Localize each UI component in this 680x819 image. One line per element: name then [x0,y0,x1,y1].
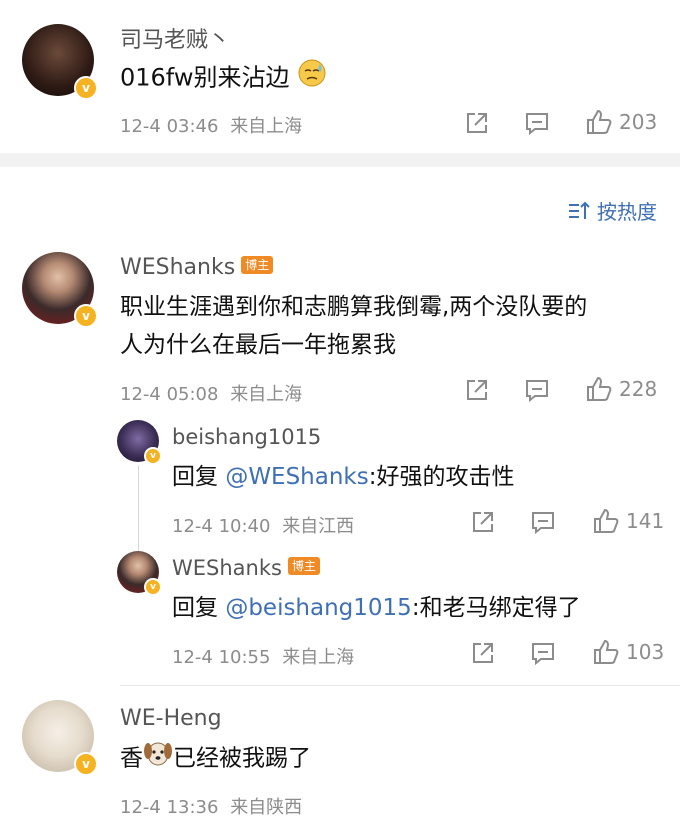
reply-meta: 12-4 10:55 来自上海 [172,643,354,669]
verified-badge-icon: v [144,578,162,596]
sort-button[interactable]: 按热度 [567,196,657,225]
verified-badge-icon: v [74,304,98,328]
share-button[interactable] [464,110,490,136]
share-button[interactable] [464,377,490,403]
comment-author[interactable]: 司马老贼丶 [120,22,230,54]
like-count: 203 [619,110,658,134]
mention-link[interactable]: @beishang1015 [225,595,412,621]
like-button[interactable]: 228 [585,375,657,403]
comment-author[interactable]: WE-Heng [120,706,222,731]
thumbs-up-icon [592,507,620,535]
reply-author[interactable]: WEShanks 博主 [172,556,320,580]
reply-meta: 12-4 10:40 来自江西 [172,512,354,538]
like-button[interactable]: 141 [592,507,664,535]
verified-badge-icon: v [74,76,98,100]
comment-time: 12-4 05:08 [120,384,219,405]
author-tag: 博主 [287,557,320,575]
avatar[interactable]: v [22,24,98,100]
reply-text: 回复 @beishang1015:和老马绑定得了 [172,595,581,621]
avatar[interactable]: v [117,420,162,465]
thread-line [138,466,139,558]
comment-time: 12-4 03:46 [120,116,219,137]
comment-divider [120,685,680,686]
reply-text: 回复 @WEShanks:好强的攻击性 [172,464,515,490]
comment-location: 来自上海 [230,384,303,405]
like-count: 103 [626,640,665,664]
reply-author[interactable]: beishang1015 [172,425,321,449]
comment-button[interactable] [524,377,550,403]
comment-location: 来自陕西 [230,797,303,818]
thumbs-up-icon [592,638,620,666]
avatar[interactable]: v [22,252,98,328]
sweat-face-icon [297,58,327,99]
comment-meta: 12-4 13:36 来自陕西 [120,793,302,819]
comment-meta: 12-4 05:08 来自上海 [120,380,302,406]
comment-text: 职业生涯遇到你和志鹏算我倒霉,两个没队要的 人为什么在最后一年拖累我 [120,294,588,358]
reply-time: 12-4 10:40 [172,516,271,537]
verified-badge-icon: v [144,447,162,465]
verified-badge-icon: v [74,752,98,776]
comment-author[interactable]: WEShanks 博主 [120,255,274,280]
reply-time: 12-4 10:55 [172,647,271,668]
comment-button[interactable] [524,110,550,136]
dog-face-icon [143,739,173,779]
reply-location: 来自江西 [282,516,355,537]
like-count: 141 [626,509,665,533]
comment-location: 来自上海 [230,116,303,137]
like-count: 228 [619,377,658,401]
comment-text: 016fw别来沾边 [120,58,327,99]
like-button[interactable]: 203 [585,108,657,136]
avatar[interactable]: v [22,700,98,776]
comment-time: 12-4 13:36 [120,797,219,818]
share-button[interactable] [470,509,496,535]
avatar[interactable]: v [117,551,162,596]
comment-button[interactable] [530,640,556,666]
author-tag: 博主 [241,256,274,274]
share-button[interactable] [470,640,496,666]
sort-label: 按热度 [597,200,657,224]
comment-meta: 12-4 03:46 来自上海 [120,112,302,138]
section-divider [0,153,680,167]
comment-button[interactable] [530,509,556,535]
reply-location: 来自上海 [282,647,355,668]
thumbs-up-icon [585,108,613,136]
thumbs-up-icon [585,375,613,403]
mention-link[interactable]: @WEShanks [225,464,368,490]
comment-text: 香 已经被我踢了 [120,739,311,779]
sort-icon [567,200,591,222]
like-button[interactable]: 103 [592,638,664,666]
